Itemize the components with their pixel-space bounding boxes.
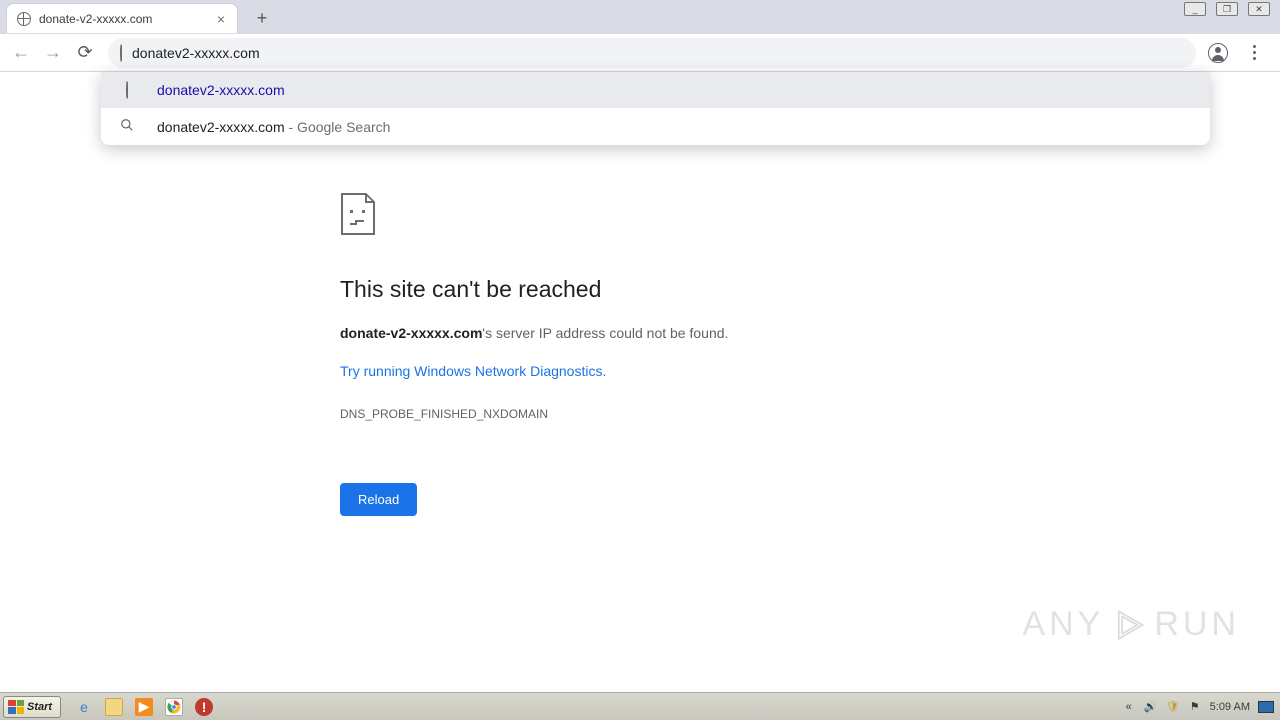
window-minimize-button[interactable]: _ bbox=[1184, 2, 1206, 16]
tray-monitor-icon[interactable] bbox=[1258, 701, 1274, 713]
tab-close-icon[interactable]: × bbox=[215, 12, 227, 26]
taskbar-explorer-icon[interactable] bbox=[105, 698, 123, 716]
play-icon bbox=[1112, 608, 1146, 642]
taskbar-chrome-icon[interactable] bbox=[165, 698, 183, 716]
window-maximize-button[interactable]: ❐ bbox=[1216, 2, 1238, 16]
system-tray: « 🔊 🛡 ⚑ 5:09 AM bbox=[1122, 700, 1280, 714]
browser-toolbar: ← → ⟳ donatev2-xxxxx.com bbox=[0, 34, 1280, 72]
taskbar-media-icon[interactable]: ▶ bbox=[135, 698, 153, 716]
browser-tab[interactable]: donate-v2-xxxxx.com × bbox=[6, 3, 238, 33]
sad-page-icon bbox=[340, 192, 376, 236]
taskbar-ie-icon[interactable]: e bbox=[75, 698, 93, 716]
taskbar: Start e ▶ ! « 🔊 🛡 ⚑ 5:09 AM bbox=[0, 692, 1280, 720]
tray-shield-icon[interactable]: 🛡 bbox=[1166, 700, 1180, 714]
windows-logo-icon bbox=[8, 700, 24, 714]
menu-button[interactable] bbox=[1240, 39, 1268, 67]
site-info-icon[interactable] bbox=[120, 45, 122, 61]
forward-button[interactable]: → bbox=[38, 38, 68, 68]
page-content: This site can't be reached donate-v2-xxx… bbox=[0, 72, 1280, 692]
suggestion-text: donatev2-xxxxx.com bbox=[157, 119, 285, 135]
suggestion-row[interactable]: donatev2-xxxxx.com bbox=[101, 72, 1210, 108]
reload-button[interactable]: ⟳ bbox=[70, 38, 100, 68]
omnibox-suggestions: donatev2-xxxxx.com donatev2-xxxxx.com - … bbox=[101, 72, 1210, 145]
start-label: Start bbox=[27, 701, 52, 713]
tray-clock[interactable]: 5:09 AM bbox=[1210, 701, 1250, 713]
diagnostics-link[interactable]: Try running Windows Network Diagnostics. bbox=[340, 363, 606, 379]
address-bar-text: donatev2-xxxxx.com bbox=[132, 45, 260, 61]
address-bar[interactable]: donatev2-xxxxx.com bbox=[108, 38, 1196, 68]
reload-page-button[interactable]: Reload bbox=[340, 483, 417, 516]
profile-button[interactable] bbox=[1204, 39, 1232, 67]
error-title: This site can't be reached bbox=[340, 276, 900, 303]
tray-flag-icon[interactable]: ⚑ bbox=[1188, 700, 1202, 714]
window-close-button[interactable]: ✕ bbox=[1248, 2, 1270, 16]
error-message: donate-v2-xxxxx.com's server IP address … bbox=[340, 325, 900, 341]
tab-strip: donate-v2-xxxxx.com × + bbox=[0, 0, 1280, 34]
watermark: ANY RUN bbox=[1022, 605, 1240, 644]
search-icon bbox=[119, 118, 135, 135]
error-code: DNS_PROBE_FINISHED_NXDOMAIN bbox=[340, 407, 900, 421]
globe-icon bbox=[119, 82, 135, 98]
tab-title: donate-v2-xxxxx.com bbox=[39, 12, 152, 26]
tray-expand-icon[interactable]: « bbox=[1122, 700, 1136, 714]
back-button[interactable]: ← bbox=[6, 38, 36, 68]
taskbar-app-icon[interactable]: ! bbox=[195, 698, 213, 716]
suggestion-suffix: - Google Search bbox=[285, 119, 391, 135]
start-button[interactable]: Start bbox=[3, 696, 61, 718]
tray-volume-icon[interactable]: 🔊 bbox=[1144, 700, 1158, 714]
new-tab-button[interactable]: + bbox=[248, 7, 276, 29]
suggestion-text: donatev2-xxxxx.com bbox=[157, 82, 285, 98]
suggestion-row[interactable]: donatev2-xxxxx.com - Google Search bbox=[101, 108, 1210, 145]
globe-icon bbox=[17, 12, 31, 26]
